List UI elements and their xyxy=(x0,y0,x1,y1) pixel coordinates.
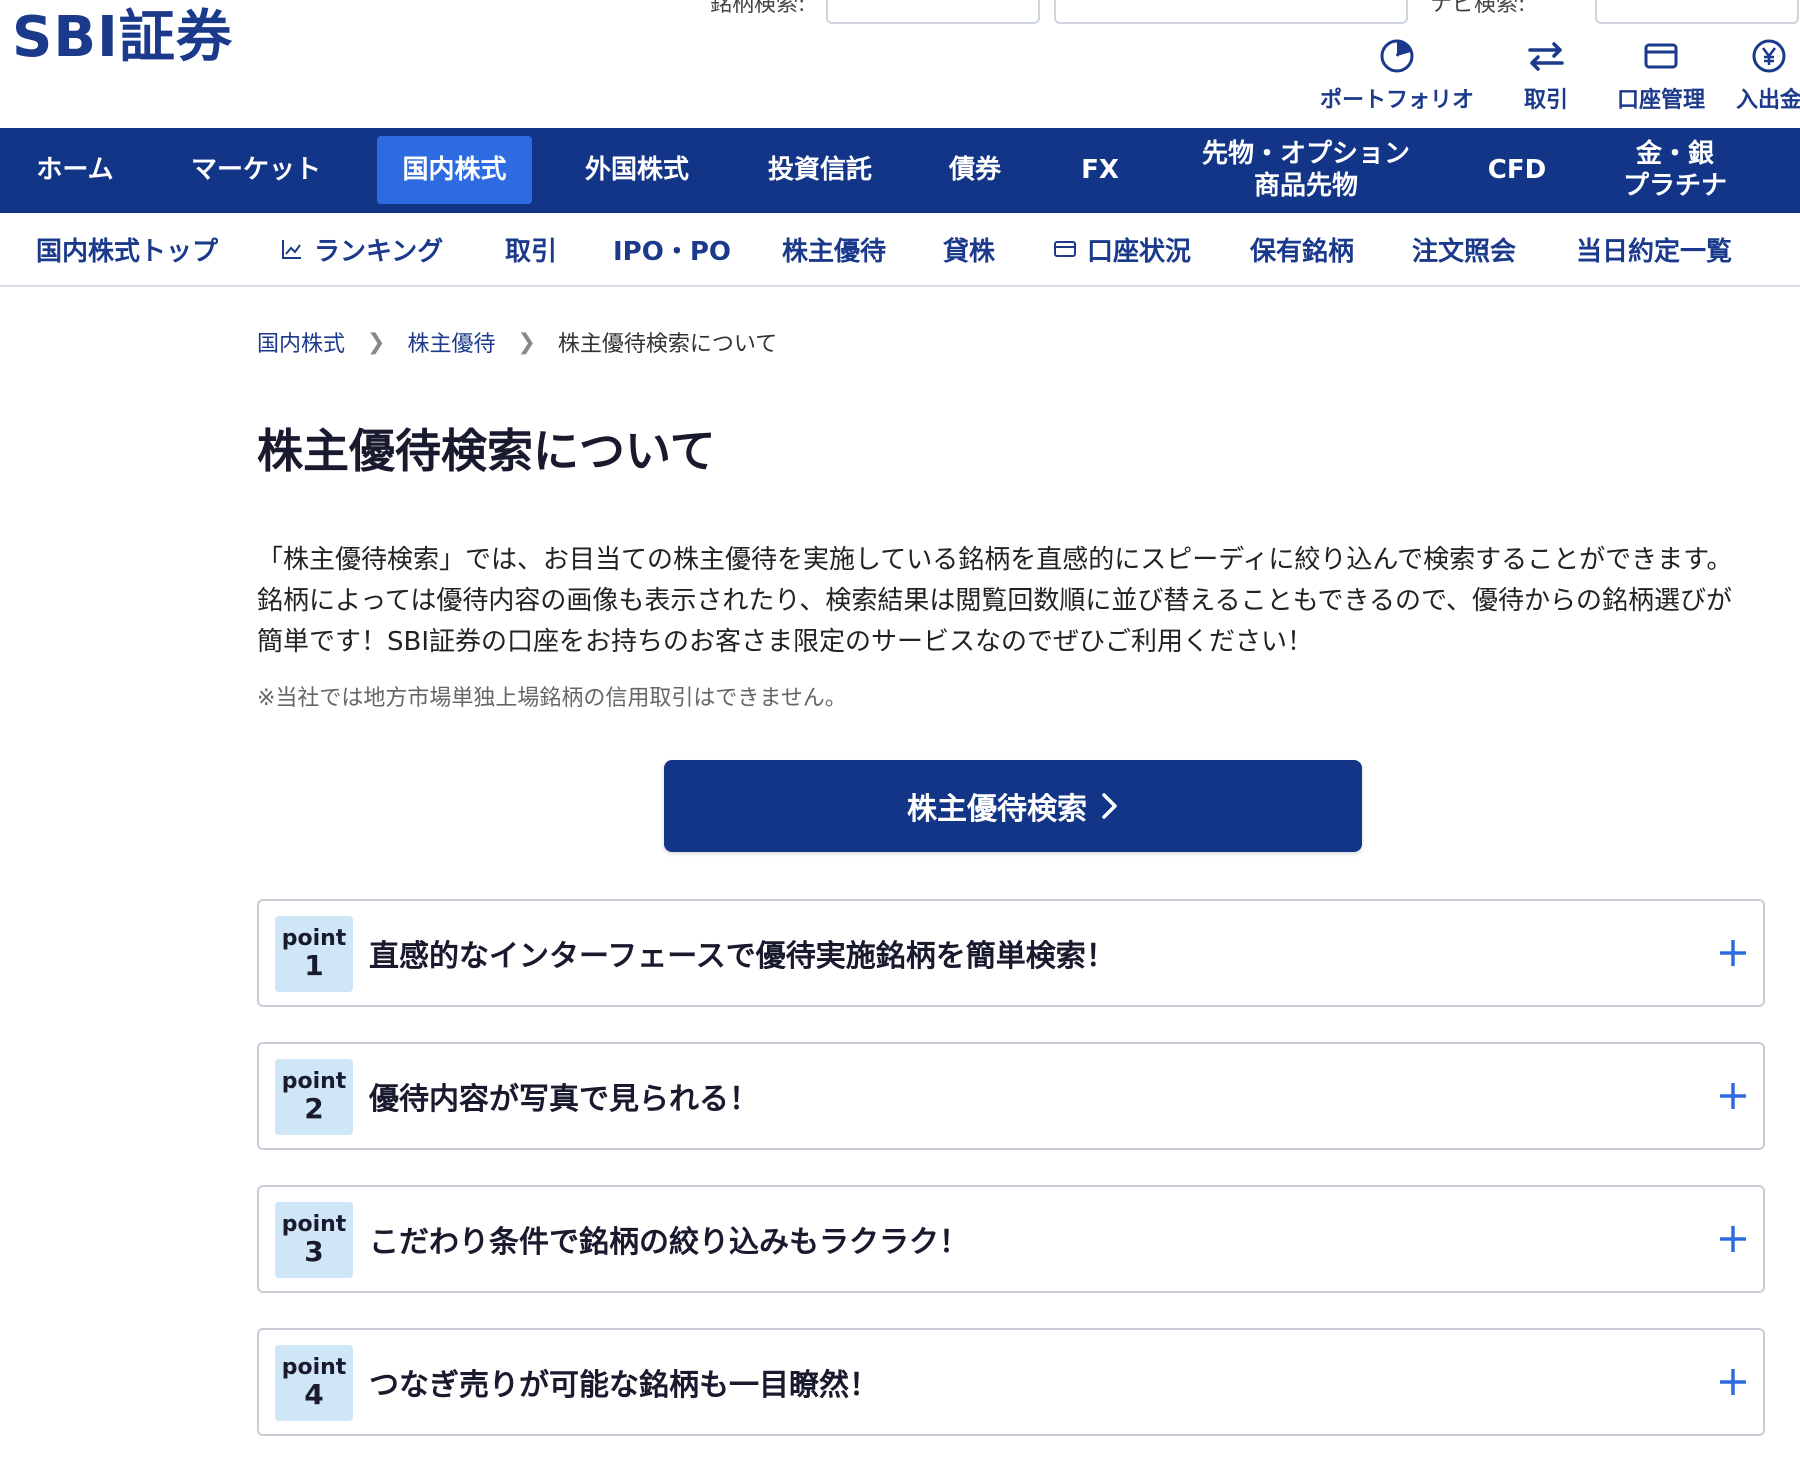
breadcrumb-current: 株主優待検索について xyxy=(557,332,778,357)
quick-link-portfolio[interactable]: ポートフォリオ xyxy=(1320,36,1474,114)
subnav-order-inquiry[interactable]: 注文照会 xyxy=(1412,231,1516,267)
navi-search-input[interactable] xyxy=(1595,0,1799,24)
breadcrumb-link-benefits[interactable]: 株主優待 xyxy=(407,326,495,358)
point-accordion-3[interactable]: point 3 こだわり条件で銘柄の絞り込みもラクラク！ xyxy=(257,1185,1765,1293)
subnav-domestic-top[interactable]: 国内株式トップ xyxy=(36,231,218,267)
point-accordion-4[interactable]: point 4 つなぎ売りが可能な銘柄も一目瞭然！ xyxy=(257,1328,1765,1436)
nav-fx[interactable]: FX xyxy=(1060,136,1140,204)
exchange-arrows-icon xyxy=(1528,42,1564,71)
subnav-label: 保有銘柄 xyxy=(1250,236,1355,267)
subnav-account-status[interactable]: 口座状況 xyxy=(1053,231,1191,267)
quick-link-trade[interactable]: 取引 xyxy=(1524,36,1568,114)
subnav-label: 口座状況 xyxy=(1087,236,1192,267)
quick-link-deposit[interactable]: 入出金 xyxy=(1736,36,1800,114)
stock-search-label: 銘柄検索: xyxy=(710,0,806,17)
yen-coin-icon xyxy=(1752,39,1786,73)
benefit-search-button-label: 株主優待検索 xyxy=(907,792,1087,827)
card-icon xyxy=(1644,43,1678,69)
chart-line-icon xyxy=(282,240,301,259)
plus-icon[interactable] xyxy=(1717,937,1749,969)
point-badge: point 4 xyxy=(275,1345,353,1421)
point-number: 2 xyxy=(304,1092,324,1125)
subnav-trade[interactable]: 取引 xyxy=(505,231,557,267)
point-number: 1 xyxy=(304,949,324,982)
breadcrumb: 国内株式 ❯ 株主優待 ❯ 株主優待検索について xyxy=(257,326,777,358)
subnav-ranking[interactable]: ランキング xyxy=(280,231,443,267)
pie-chart-icon xyxy=(1380,39,1414,73)
subnav-daily-executions[interactable]: 当日約定一覧 xyxy=(1576,231,1732,267)
point-badge: point 1 xyxy=(275,916,353,992)
subnav-holdings[interactable]: 保有銘柄 xyxy=(1250,231,1354,267)
quick-link-label: 入出金 xyxy=(1736,88,1800,113)
point-title: こだわり条件で銘柄の絞り込みもラクラク！ xyxy=(369,1225,969,1260)
point-word: point xyxy=(281,1069,347,1094)
nav-investment-trust[interactable]: 投資信託 xyxy=(749,136,891,204)
chevron-right-icon: ❯ xyxy=(517,329,536,355)
subnav-label: 取引 xyxy=(505,236,558,267)
nav-market[interactable]: マーケット xyxy=(170,136,342,204)
point-number: 3 xyxy=(304,1235,324,1268)
point-title: 優待内容が写真で見られる！ xyxy=(369,1082,759,1117)
stock-search-input[interactable] xyxy=(1054,0,1408,24)
point-title: 直感的なインターフェースで優待実施銘柄を簡単検索！ xyxy=(369,939,1116,974)
subnav-label: 注文照会 xyxy=(1412,236,1517,267)
note-text: ※当社では地方市場単独上場銘柄の信用取引はできません。 xyxy=(257,686,847,711)
stock-search-select[interactable] xyxy=(826,0,1040,24)
quick-link-label: ポートフォリオ xyxy=(1320,88,1475,113)
sub-nav: 国内株式トップ ランキング 取引 IPO・PO 株主優待 貸株 口座状況 保有銘… xyxy=(0,213,1800,287)
subnav-label: IPO・PO xyxy=(613,236,731,267)
point-accordion-2[interactable]: point 2 優待内容が写真で見られる！ xyxy=(257,1042,1765,1150)
point-number: 4 xyxy=(304,1378,324,1411)
plus-icon[interactable] xyxy=(1717,1080,1749,1112)
subnav-label: 当日約定一覧 xyxy=(1576,236,1733,267)
sbi-logo[interactable]: SBI証券 xyxy=(12,6,233,70)
benefit-search-button[interactable]: 株主優待検索 xyxy=(664,760,1362,852)
top-header: SBI証券 銘柄検索: ナビ検索: ポートフォリオ 取引 口座管理 入出金 xyxy=(0,0,1800,128)
breadcrumb-link-domestic[interactable]: 国内株式 xyxy=(257,326,345,358)
nav-home[interactable]: ホーム xyxy=(14,136,136,204)
nav-bonds[interactable]: 債券 xyxy=(925,136,1025,204)
quick-link-label: 口座管理 xyxy=(1617,88,1706,113)
point-title: つなぎ売りが可能な銘柄も一目瞭然！ xyxy=(369,1368,879,1403)
main-nav: ホーム マーケット 国内株式 外国株式 投資信託 債券 FX 先物・オプション … xyxy=(0,128,1800,213)
page-title: 株主優待検索について xyxy=(257,424,716,478)
nav-cfd[interactable]: CFD xyxy=(1460,136,1574,204)
nav-foreign-stocks[interactable]: 外国株式 xyxy=(566,136,708,204)
chevron-right-icon xyxy=(1102,793,1117,819)
subnav-ipo-po[interactable]: IPO・PO xyxy=(613,231,731,267)
nav-domestic-stocks[interactable]: 国内株式 xyxy=(377,136,532,204)
intro-text: 「株主優待検索」では、お目当ての株主優待を実施している銘柄を直感的にスピーディに… xyxy=(257,545,1733,657)
point-word: point xyxy=(281,1355,347,1380)
plus-icon[interactable] xyxy=(1717,1366,1749,1398)
subnav-label: 貸株 xyxy=(943,236,996,267)
point-badge: point 3 xyxy=(275,1202,353,1278)
nav-gold-silver-platinum[interactable]: 金・銀 プラチナ xyxy=(1600,136,1750,204)
navi-search-label: ナビ検索: xyxy=(1430,0,1526,17)
subnav-label: ランキング xyxy=(314,236,444,267)
quick-link-label: 取引 xyxy=(1524,88,1569,113)
plus-icon[interactable] xyxy=(1717,1223,1749,1255)
subnav-stock-lending[interactable]: 貸株 xyxy=(943,231,995,267)
nav-futures-options[interactable]: 先物・オプション 商品先物 xyxy=(1176,136,1436,204)
point-badge: point 2 xyxy=(275,1059,353,1135)
point-accordion-1[interactable]: point 1 直感的なインターフェースで優待実施銘柄を簡単検索！ xyxy=(257,899,1765,1007)
point-word: point xyxy=(281,926,347,951)
subnav-shareholder-benefits[interactable]: 株主優待 xyxy=(782,231,886,267)
quick-link-account[interactable]: 口座管理 xyxy=(1617,36,1705,114)
subnav-label: 株主優待 xyxy=(782,236,887,267)
chevron-right-icon: ❯ xyxy=(367,329,386,355)
point-word: point xyxy=(281,1212,347,1237)
subnav-label: 国内株式トップ xyxy=(36,236,219,267)
card-icon xyxy=(1054,241,1076,257)
